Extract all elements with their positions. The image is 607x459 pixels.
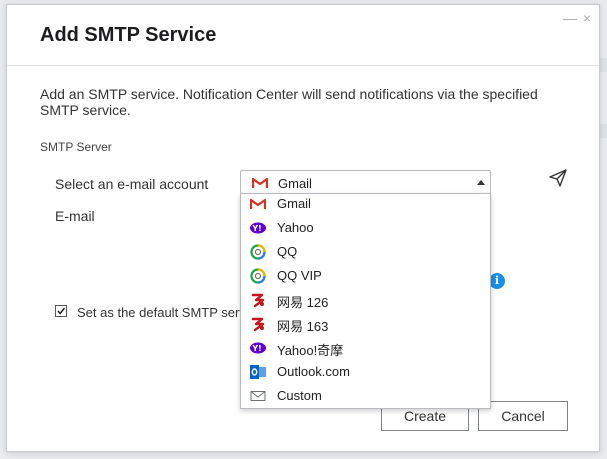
minimize-button[interactable]: —: [563, 11, 577, 25]
yahoo-icon: Y!: [250, 340, 266, 356]
dropdown-option-label: Yahoo: [277, 220, 314, 235]
dropdown-option-netease-163[interactable]: 网易 163: [241, 312, 490, 336]
add-smtp-dialog: Add SMTP Service — × Add an SMTP service…: [6, 4, 600, 452]
default-smtp-checkbox-label: Set as the default SMTP server: [77, 305, 241, 320]
dropdown-option-label: Custom: [277, 388, 322, 403]
dropdown-option-netease-126[interactable]: 网易 126: [241, 288, 490, 312]
dropdown-option-label: QQ: [277, 244, 298, 259]
dropdown-option-label: Gmail: [277, 196, 311, 211]
qq-icon: [250, 244, 266, 260]
email-label: E-mail: [55, 208, 95, 224]
svg-text:Y!: Y!: [251, 344, 261, 353]
dropdown-option-label: Outlook.com: [277, 364, 350, 379]
dropdown-option-label: Yahoo!奇摩: [277, 343, 344, 358]
netease-icon: [250, 292, 266, 308]
selected-account-text: Gmail: [278, 176, 312, 191]
background-edge-mark: [600, 124, 607, 138]
svg-text:Y!: Y!: [251, 224, 261, 233]
dropdown-option-label: 网易 163: [277, 319, 329, 334]
dropdown-option-qq[interactable]: QQ: [241, 240, 490, 264]
gmail-icon: [249, 196, 267, 212]
caret-up-icon: [477, 180, 485, 185]
dropdown-option-custom[interactable]: Custom: [241, 384, 490, 408]
email-account-dropdown: Gmail Y! Yahoo QQ QQ VIP 网易 126 网易 163 Y…: [240, 193, 491, 409]
gmail-icon: [251, 176, 269, 194]
dropdown-option-qq-vip[interactable]: QQ VIP: [241, 264, 490, 288]
envelope-icon: [250, 388, 266, 404]
dropdown-option-yahoo-kimo[interactable]: Y! Yahoo!奇摩: [241, 336, 490, 360]
dropdown-option-label: QQ VIP: [277, 268, 322, 283]
dialog-header: Add SMTP Service — ×: [7, 5, 599, 66]
section-label-smtp-server: SMTP Server: [40, 140, 112, 154]
dropdown-option-outlook[interactable]: Outlook.com: [241, 360, 490, 384]
dropdown-option-yahoo[interactable]: Y! Yahoo: [241, 216, 490, 240]
paper-plane-icon[interactable]: [548, 168, 568, 193]
cancel-button[interactable]: Cancel: [478, 401, 568, 431]
dialog-title: Add SMTP Service: [40, 24, 217, 46]
yahoo-icon: Y!: [250, 220, 266, 236]
background-edge-mark: [600, 58, 607, 72]
dropdown-option-label: 网易 126: [277, 295, 329, 310]
info-icon[interactable]: i: [489, 273, 505, 289]
default-smtp-checkbox[interactable]: [55, 305, 67, 317]
email-account-label: Select an e-mail account: [55, 176, 209, 192]
dropdown-option-gmail[interactable]: Gmail: [241, 194, 490, 216]
dialog-description: Add an SMTP service. Notification Center…: [40, 86, 538, 118]
netease-icon: [250, 316, 266, 332]
outlook-icon: [250, 364, 266, 380]
close-button[interactable]: ×: [583, 11, 591, 25]
qq-vip-icon: [250, 268, 266, 284]
email-account-select[interactable]: Gmail: [240, 170, 491, 194]
